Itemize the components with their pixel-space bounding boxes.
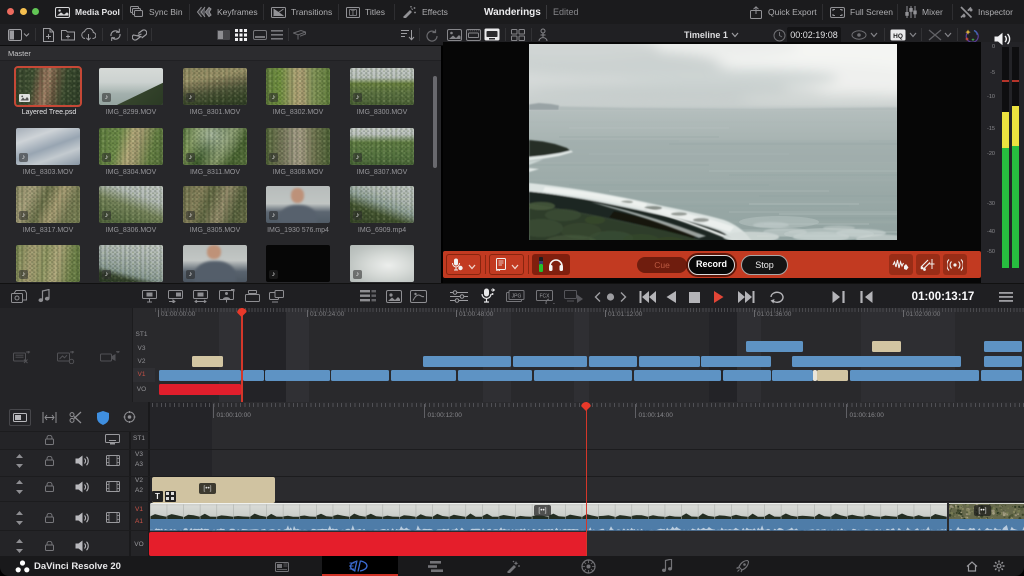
- svg-text:T: T: [351, 11, 355, 17]
- svg-text:FCX: FCX: [540, 294, 551, 300]
- svg-text:HQ: HQ: [893, 33, 903, 40]
- svg-text:JPG: JPG: [512, 294, 522, 300]
